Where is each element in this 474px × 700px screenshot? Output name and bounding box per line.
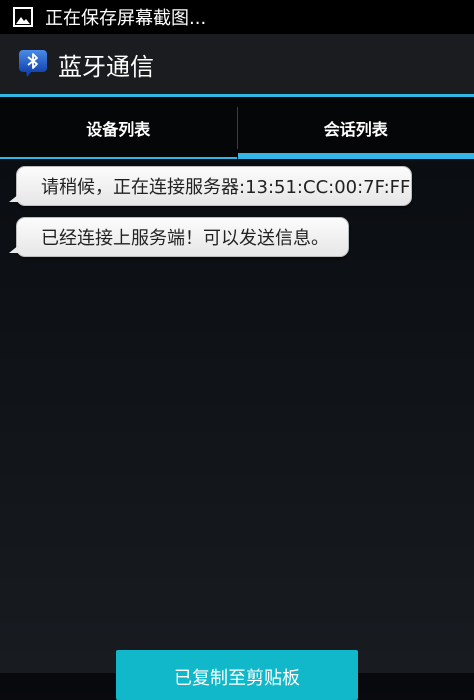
message-bubble[interactable]: 请稍候，正在连接服务器:13:51:CC:00:7F:FF: [16, 166, 412, 206]
tab-bar: 设备列表 会话列表: [0, 97, 474, 159]
status-notification-text: 正在保存屏幕截图...: [45, 4, 206, 30]
message-bubble[interactable]: 已经连接上服务端！可以发送信息。: [16, 217, 349, 257]
toast-message: 已复制至剪贴板: [116, 650, 358, 700]
tab-session-list-indicator: [238, 153, 474, 159]
status-bar: 正在保存屏幕截图...: [0, 0, 474, 34]
message-text: 请稍候，正在连接服务器:13:51:CC:00:7F:FF: [41, 173, 410, 199]
tab-device-list[interactable]: 设备列表: [0, 97, 237, 159]
action-bar: 蓝牙通信: [0, 34, 474, 94]
tab-device-list-label: 设备列表: [86, 116, 150, 140]
message-text: 已经连接上服务端！可以发送信息。: [41, 224, 329, 250]
app-title: 蓝牙通信: [58, 47, 154, 82]
bluetooth-icon: [18, 49, 48, 79]
tab-session-list[interactable]: 会话列表: [238, 97, 474, 159]
tab-session-list-label: 会话列表: [324, 116, 388, 140]
toast-text: 已复制至剪贴板: [174, 664, 300, 700]
tab-device-list-indicator: [0, 157, 237, 159]
image-icon: [13, 7, 33, 27]
